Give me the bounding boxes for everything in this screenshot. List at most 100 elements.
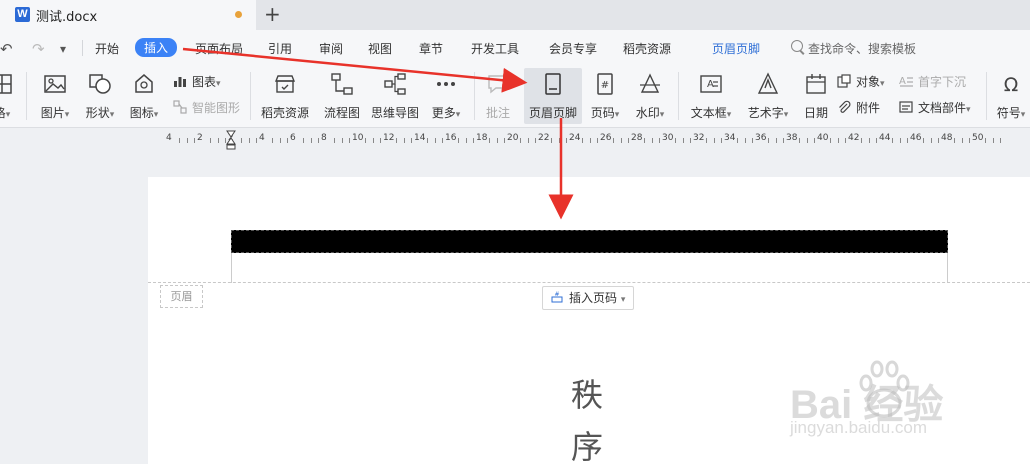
symbol-label: 符号 [996, 106, 1021, 120]
ruler-tick [651, 138, 653, 143]
new-tab-icon[interactable]: + [264, 2, 281, 26]
page-number-button[interactable]: # 页码▾ [586, 68, 624, 124]
ruler-tick [248, 138, 250, 143]
chevron-down-icon: ▾ [614, 110, 620, 120]
ruler-tick [899, 138, 901, 143]
flowchart-button[interactable]: 流程图 [320, 68, 364, 124]
ruler-tick [860, 138, 862, 143]
shape-button[interactable]: 形状▾ [80, 68, 120, 124]
ruler-tick [736, 138, 738, 143]
redo-icon[interactable]: ↷ [32, 40, 45, 58]
horizontal-ruler[interactable]: 4224681012141618202224262830323436384042… [0, 128, 1030, 150]
doc-parts-label: 文档部件 [918, 101, 967, 115]
tab-header-footer[interactable]: 页眉页脚 [712, 40, 760, 57]
ruler-tick [558, 138, 560, 143]
comment-button[interactable]: 批注 [480, 68, 516, 124]
textbox-button[interactable]: A 文本框▾ [686, 68, 736, 124]
ruler-tick [411, 138, 413, 143]
icon-library-button[interactable]: 图标▾ [126, 68, 162, 124]
undo-icon[interactable]: ↶ [0, 40, 13, 58]
ruler-tick [961, 138, 963, 143]
ruler-tick [550, 138, 552, 143]
chevron-down-icon: ▾ [216, 79, 221, 89]
tab-daoke-resources[interactable]: 稻壳资源 [623, 40, 671, 57]
ruler-tick [643, 138, 645, 143]
ruler-tick [364, 138, 366, 143]
tab-review[interactable]: 审阅 [319, 40, 343, 57]
ruler-number: 22 [538, 133, 550, 143]
smart-graphic-button[interactable]: 智能图形 [173, 99, 240, 119]
quick-access-dropdown-icon[interactable]: ▾ [60, 42, 66, 56]
header-footer-button[interactable]: 页眉页脚 [524, 68, 582, 124]
table-icon [0, 74, 12, 94]
ruler-tick [217, 138, 219, 143]
body-text-char[interactable]: 序 [571, 422, 603, 464]
ruler-tick [628, 138, 630, 143]
ruler-tick [426, 138, 428, 143]
ruler-tick [589, 138, 591, 143]
dropcap-label: 首字下沉 [918, 75, 967, 89]
mindmap-label: 思维导图 [370, 106, 419, 120]
tab-references[interactable]: 引用 [268, 40, 292, 57]
wordart-button[interactable]: 艺术字▾ [743, 68, 793, 124]
ruler-tick [333, 138, 335, 143]
chart-button[interactable]: 图表▾ [173, 73, 221, 93]
menu-bar: ↶ ↷ ▾ 开始 插入 页面布局 引用 审阅 视图 章节 开发工具 会员专享 稻… [0, 30, 1030, 66]
command-search[interactable]: 查找命令、搜索模板 [808, 40, 916, 57]
document-tab[interactable]: W 测试.docx [0, 0, 256, 30]
ruler-tick [527, 138, 529, 143]
more-button[interactable]: 更多▾ [426, 68, 466, 124]
mindmap-button[interactable]: 思维导图 [368, 68, 422, 124]
body-text-char[interactable]: 秩 [571, 370, 603, 416]
ruler-tick [488, 138, 490, 143]
ruler-number: 38 [786, 133, 798, 143]
header-area[interactable] [231, 253, 948, 283]
chevron-down-icon: ▾ [966, 105, 971, 115]
document-title: 测试.docx [36, 10, 98, 25]
ruler-tick [868, 138, 870, 143]
ruler-tick [845, 138, 847, 143]
date-button[interactable]: 日期 [801, 68, 831, 124]
textbox-label: 文本框 [690, 106, 727, 120]
tab-section[interactable]: 章节 [419, 40, 443, 57]
table-tool[interactable]: 格▾ [0, 68, 16, 124]
header-black-bar[interactable] [231, 230, 948, 253]
ruler-tick [775, 138, 777, 143]
search-icon [791, 40, 803, 52]
ruler-tick [674, 138, 676, 143]
ruler-tick [271, 138, 273, 143]
ruler-tick [465, 138, 467, 143]
tab-page-layout[interactable]: 页面布局 [195, 40, 243, 57]
doc-parts-button[interactable]: 文档部件▾ [899, 99, 971, 119]
picture-button[interactable]: 图片▾ [34, 68, 76, 124]
chevron-down-icon: ▾ [5, 110, 11, 120]
tab-view[interactable]: 视图 [368, 40, 392, 57]
symbol-button[interactable]: Ω 符号▾ [992, 68, 1030, 124]
ruler-tick [744, 138, 746, 143]
indent-marker-icon[interactable] [226, 130, 236, 150]
attachment-button[interactable]: 附件 [837, 99, 880, 119]
ruler-tick [535, 138, 537, 143]
chevron-down-icon: ▾ [1020, 110, 1026, 120]
chevron-down-icon: ▾ [880, 79, 885, 89]
tab-home[interactable]: 开始 [95, 40, 119, 57]
ribbon-divider [986, 72, 987, 120]
page-number-insert-icon: # [551, 291, 563, 303]
dropcap-button[interactable]: A 首字下沉 [899, 73, 966, 93]
ruler-tick [930, 138, 932, 143]
tab-member[interactable]: 会员专享 [549, 40, 597, 57]
svg-text:Ω: Ω [1004, 74, 1019, 96]
daoke-resources-button[interactable]: 稻壳资源 [258, 68, 312, 124]
svg-text:A: A [899, 76, 906, 87]
tab-insert[interactable]: 插入 [135, 38, 178, 57]
insert-page-number-button[interactable]: # 插入页码 ▾ [542, 286, 635, 310]
chevron-down-icon: ▾ [64, 110, 70, 120]
tab-developer[interactable]: 开发工具 [471, 40, 519, 57]
ruler-tick [659, 138, 661, 143]
ruler-number: 32 [693, 133, 705, 143]
comment-icon [488, 75, 508, 94]
object-button[interactable]: 对象▾ [837, 73, 885, 93]
watermark-button[interactable]: 水印▾ [630, 68, 670, 124]
chevron-down-icon: ▾ [455, 110, 461, 120]
ruler-number: 50 [972, 133, 984, 143]
